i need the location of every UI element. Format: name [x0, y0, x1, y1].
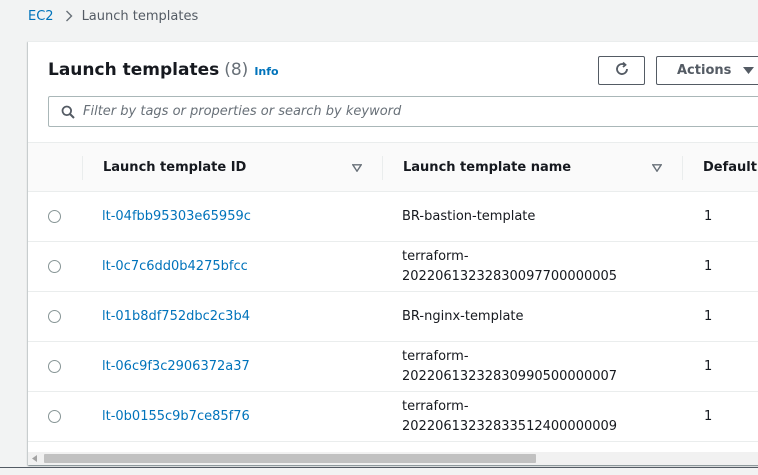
- row-select-radio[interactable]: [48, 410, 61, 423]
- default-version: 1: [704, 309, 713, 324]
- row-select-radio[interactable]: [48, 310, 61, 323]
- row-select-radio[interactable]: [48, 260, 61, 273]
- template-name-line1: BR-nginx-template: [402, 308, 524, 324]
- launch-templates-panel: Launch templates (8) Info Actions Launch…: [28, 41, 758, 465]
- breadcrumb-ec2-link[interactable]: EC2: [28, 9, 54, 24]
- default-version: 1: [704, 259, 713, 274]
- scrollbar-thumb[interactable]: [44, 454, 536, 463]
- template-name: terraform- 20220613232830097700000005: [402, 242, 617, 291]
- template-id-link[interactable]: lt-04fbb95303e65959c: [102, 192, 251, 241]
- search-icon: [61, 105, 75, 119]
- panel-header: Launch templates (8) Info: [48, 60, 279, 84]
- search-input[interactable]: [83, 104, 683, 119]
- default-version: 1: [704, 359, 713, 374]
- template-name-line1: terraform-: [402, 248, 469, 264]
- horizontal-scrollbar[interactable]: [28, 452, 758, 465]
- template-name-line2: 20220613232830990500000007: [402, 368, 618, 384]
- template-id-link[interactable]: lt-06c9f3c2906372a37: [102, 342, 250, 391]
- refresh-button[interactable]: [598, 56, 645, 85]
- template-name: BR-nginx-template: [402, 292, 524, 341]
- column-header-template-name[interactable]: Launch template name: [403, 143, 571, 192]
- table-row[interactable]: lt-04fbb95303e65959c BR-bastion-template…: [28, 192, 758, 242]
- template-count: (8): [224, 60, 249, 80]
- table-row[interactable]: lt-06c9f3c2906372a37 terraform- 20220613…: [28, 342, 758, 392]
- template-name: terraform- 20220613232833512400000009: [402, 392, 617, 441]
- info-link[interactable]: Info: [254, 65, 278, 78]
- chevron-right-icon: [64, 7, 74, 25]
- template-name: terraform- 20220613232830990500000007: [402, 342, 617, 391]
- sort-icon[interactable]: [350, 161, 364, 175]
- template-name-line1: terraform-: [402, 398, 469, 414]
- breadcrumb-current: Launch templates: [81, 8, 199, 24]
- search-box[interactable]: [48, 96, 758, 127]
- table-row[interactable]: lt-0b0155c9b7ce85f76 terraform- 20220613…: [28, 392, 758, 442]
- breadcrumb: EC2 Launch templates: [28, 7, 198, 25]
- template-name-line2: 20220613232830097700000005: [402, 268, 618, 284]
- default-version: 1: [704, 409, 713, 424]
- column-divider: [82, 156, 83, 180]
- template-id-link[interactable]: lt-0b0155c9b7ce85f76: [102, 392, 250, 441]
- actions-dropdown-button[interactable]: Actions: [656, 56, 758, 85]
- actions-label: Actions: [677, 63, 732, 78]
- table-row[interactable]: lt-0c7c6dd0b4275bfcc terraform- 20220613…: [28, 242, 758, 292]
- row-select-radio[interactable]: [48, 210, 61, 223]
- sort-icon[interactable]: [650, 161, 664, 175]
- divider: [0, 467, 758, 468]
- table-header: Launch template ID Launch template name …: [28, 142, 758, 192]
- template-name-line2: 20220613232833512400000009: [402, 418, 618, 434]
- scroll-left-arrow-icon[interactable]: [31, 455, 38, 462]
- template-name: BR-bastion-template: [402, 192, 535, 241]
- refresh-icon: [614, 61, 630, 81]
- page-title: Launch templates: [48, 60, 220, 80]
- template-name-line1: terraform-: [402, 348, 469, 364]
- template-name-line1: BR-bastion-template: [402, 208, 536, 224]
- default-version: 1: [704, 209, 713, 224]
- caret-down-icon: [743, 66, 755, 76]
- row-select-radio[interactable]: [48, 360, 61, 373]
- template-id-link[interactable]: lt-01b8df752dbc2c3b4: [102, 292, 250, 341]
- column-divider: [382, 156, 383, 180]
- template-id-link[interactable]: lt-0c7c6dd0b4275bfcc: [102, 242, 248, 291]
- column-header-default-version[interactable]: Default v: [703, 143, 758, 192]
- column-header-template-id[interactable]: Launch template ID: [103, 143, 246, 192]
- column-divider: [682, 156, 683, 180]
- table-row[interactable]: lt-01b8df752dbc2c3b4 BR-nginx-template 1: [28, 292, 758, 342]
